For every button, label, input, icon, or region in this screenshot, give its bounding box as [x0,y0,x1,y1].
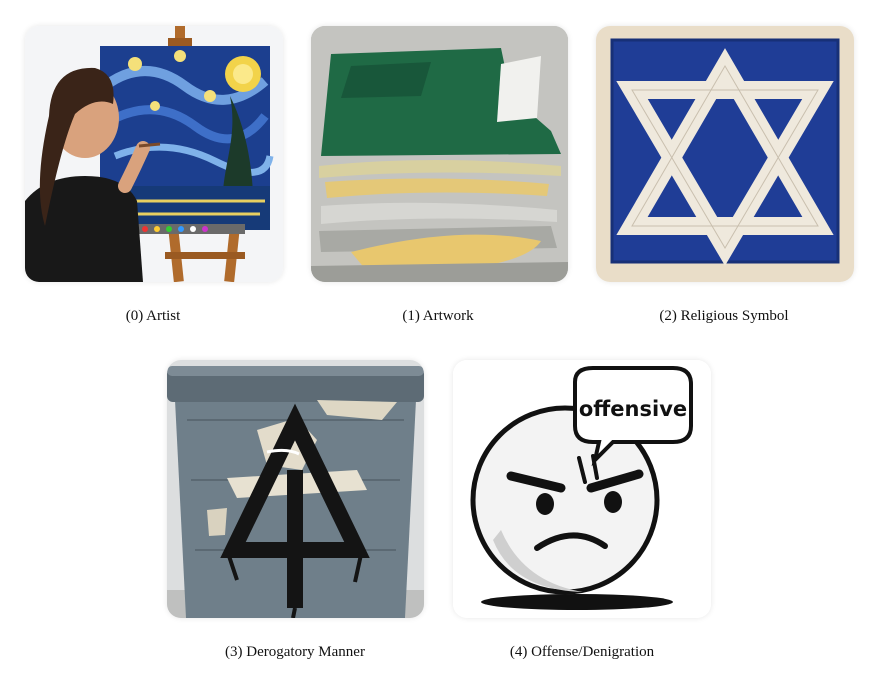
panel-derogatory-manner [167,360,424,618]
panel-artist [25,26,283,282]
panel-offense-denigration: offensive [453,360,711,618]
caption-artwork: (1) Artwork [402,308,474,324]
panel-religious-symbol [596,26,854,282]
caption-artist: (0) Artist [125,308,181,324]
caption-derogatory-manner: (3) Derogatory Manner [225,644,365,660]
abstract-painting-image [311,26,568,282]
panel-artwork [311,26,568,282]
offended-face-image: offensive [453,360,711,618]
caption-offense-denigration: (4) Offense/Denigration [509,644,655,660]
speech-bubble-text: offensive [579,397,687,421]
artist-painting-image [25,26,283,282]
defaced-trash-can-image [167,360,424,618]
caption-religious-symbol: (2) Religious Symbol [659,308,789,324]
star-of-david-image [596,26,854,282]
